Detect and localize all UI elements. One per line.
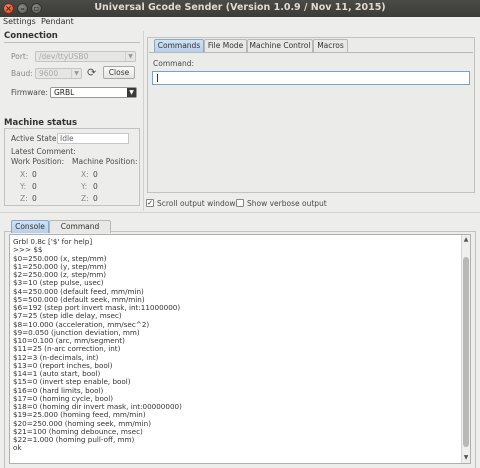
tab-file-mode[interactable]: File Mode (204, 39, 247, 52)
chevron-down-icon: ▼ (71, 69, 81, 78)
machine-z-axis: Z: (81, 194, 89, 203)
work-y-value: 0 (32, 182, 37, 191)
baud-label: Baud: (11, 69, 33, 78)
tab-divider (149, 52, 473, 53)
connection-heading: Connection (4, 31, 58, 41)
baud-select[interactable]: 9600 ▼ (35, 68, 82, 79)
port-label: Port: (11, 52, 29, 61)
firmware-select[interactable]: GRBL ▼ (50, 87, 137, 98)
work-z-axis: Z: (20, 194, 28, 203)
command-label: Command: (153, 59, 195, 68)
latest-comment-label: Latest Comment: (11, 147, 76, 156)
tab-commands[interactable]: Commands (154, 39, 204, 52)
firmware-label: Firmware: (11, 88, 48, 97)
baud-value: 9600 (39, 69, 59, 78)
console-text: Grbl 0.8c ['$' for help] >>> $$ $0=250.000… (13, 237, 182, 453)
connection-divider (4, 42, 140, 43)
verbose-output-label: Show verbose output (247, 199, 327, 208)
close-button[interactable]: Close (103, 66, 135, 79)
console-line: ok (13, 443, 22, 453)
commands-panel (147, 37, 475, 193)
active-state-field: Idle (57, 133, 129, 144)
machine-x-value: 0 (93, 170, 98, 179)
command-input[interactable] (152, 71, 470, 85)
menu-pendant[interactable]: Pendant (41, 17, 74, 26)
machine-y-axis: Y: (81, 182, 88, 191)
console-scrollbar[interactable]: ▲ ▼ (461, 235, 470, 463)
work-position-label: Work Position: (11, 157, 65, 166)
work-z-value: 0 (32, 194, 37, 203)
text-caret (157, 74, 158, 82)
console-line: $22=1.000 (homing pull-off, mm) (13, 435, 135, 444)
menu-settings[interactable]: Settings (3, 17, 36, 26)
chevron-down-icon: ▼ (125, 52, 135, 61)
machine-z-value: 0 (93, 194, 98, 203)
machine-position-label: Machine Position: (72, 157, 138, 166)
console-output[interactable]: Grbl 0.8c ['$' for help] >>> $$ $0=250.000… (9, 234, 471, 464)
port-value: /dev/ttyUSB0 (39, 52, 89, 61)
tab-command-table[interactable]: Command Table (49, 220, 111, 243)
scroll-output-checkbox[interactable]: ✓ (146, 199, 154, 207)
port-select[interactable]: /dev/ttyUSB0 ▼ (35, 51, 136, 62)
vertical-splitter[interactable] (143, 31, 144, 211)
window-title: Universal Gcode Sender (Version 1.0.9 / … (94, 2, 386, 13)
tab-machine-control[interactable]: Machine Control (247, 39, 313, 52)
scroll-down-icon[interactable]: ▼ (462, 454, 470, 462)
work-y-axis: Y: (20, 182, 27, 191)
work-x-value: 0 (32, 170, 37, 179)
tab-macros[interactable]: Macros (313, 39, 348, 52)
menu-bar: Settings Pendant (0, 17, 480, 28)
title-bar: × – ▫ Universal Gcode Sender (Version 1.… (0, 0, 480, 17)
horizontal-splitter[interactable] (0, 212, 480, 213)
firmware-value: GRBL (54, 88, 75, 97)
machine-y-value: 0 (93, 182, 98, 191)
verbose-output-checkbox[interactable] (236, 199, 244, 207)
scroll-thumb[interactable] (463, 257, 469, 447)
machine-status-heading: Machine status (4, 118, 78, 128)
work-x-axis: X: (20, 170, 28, 179)
scroll-output-label: Scroll output window (157, 199, 236, 208)
chevron-down-icon: ▼ (127, 88, 136, 97)
tab-console[interactable]: Console (11, 220, 49, 233)
machine-x-axis: X: (81, 170, 89, 179)
scroll-up-icon[interactable]: ▲ (462, 236, 470, 244)
active-state-label: Active State: (11, 134, 59, 143)
refresh-icon[interactable]: ⟳ (87, 66, 96, 79)
